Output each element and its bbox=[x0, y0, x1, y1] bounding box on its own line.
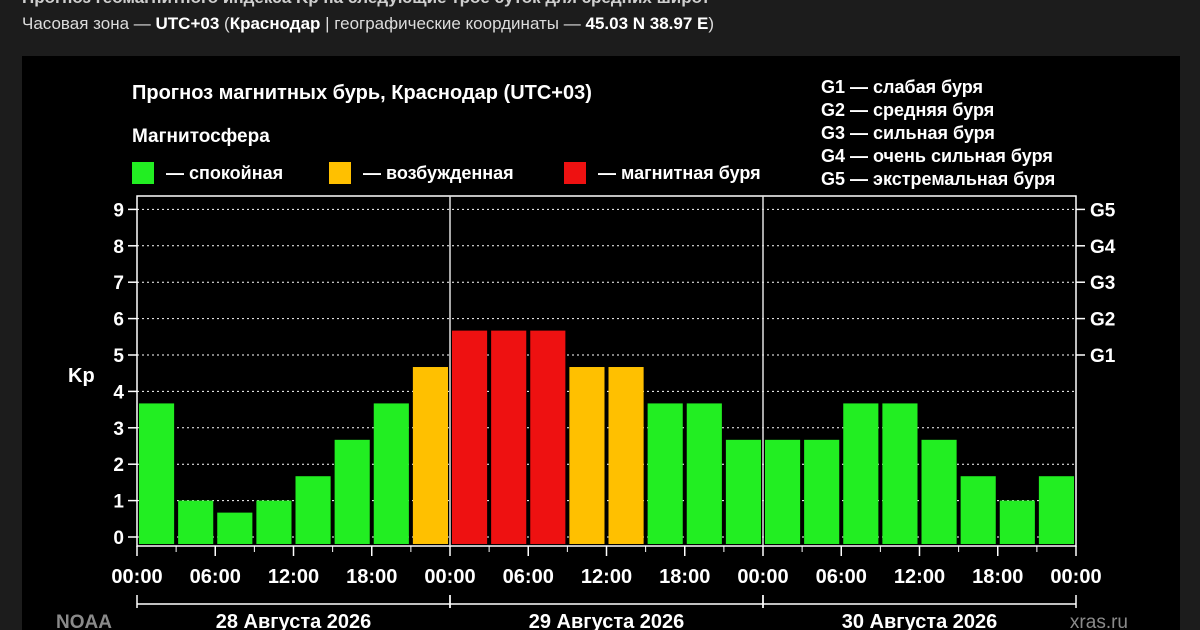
right-tick-label-G5: G5 bbox=[1090, 200, 1116, 221]
kp-bar-16 bbox=[725, 439, 761, 544]
kp-bar-19 bbox=[843, 403, 879, 544]
storm-scale-item-3: G3 — сильная буря bbox=[821, 123, 995, 143]
legend-swatch-3 bbox=[564, 162, 586, 184]
kp-bar-14 bbox=[647, 403, 683, 544]
y-tick-label-1: 1 bbox=[113, 492, 124, 513]
kp-bar-10 bbox=[491, 330, 527, 544]
kp-bar-8 bbox=[412, 367, 448, 544]
right-tick-label-G2: G2 bbox=[1090, 310, 1115, 331]
y-tick-label-4: 4 bbox=[113, 382, 124, 403]
kp-bar-4 bbox=[256, 500, 292, 544]
storm-scale-item-1: G1 — слабая буря bbox=[821, 77, 983, 97]
timezone-value: UTC+03 bbox=[155, 14, 220, 33]
y-tick-label-9: 9 bbox=[113, 200, 124, 221]
right-tick-label-G1: G1 bbox=[1090, 346, 1116, 367]
legend-label-2: — возбужденная bbox=[363, 163, 514, 183]
storm-scale-item-4: G4 — очень сильная буря bbox=[821, 146, 1053, 166]
kp-bar-9 bbox=[452, 330, 488, 544]
y-tick-label-2: 2 bbox=[113, 455, 124, 476]
kp-bar-11 bbox=[530, 330, 566, 544]
kp-bar-2 bbox=[178, 500, 214, 544]
x-tick-label-2: 06:00 bbox=[190, 566, 241, 588]
kp-bar-5 bbox=[295, 476, 331, 544]
paren-open: ( bbox=[219, 14, 230, 33]
kp-bar-15 bbox=[686, 403, 722, 544]
y-tick-label-6: 6 bbox=[113, 310, 124, 331]
coords-value: 45.03 N 38.97 E bbox=[585, 14, 709, 33]
x-tick-label-1: 00:00 bbox=[111, 566, 162, 588]
kp-bar-22 bbox=[960, 476, 996, 544]
x-tick-label-4: 18:00 bbox=[346, 566, 397, 588]
x-tick-label-10: 06:00 bbox=[816, 566, 867, 588]
timezone-label: Часовая зона — bbox=[22, 14, 156, 33]
chart-panel: Прогноз магнитных бурь, Краснодар (UTC+0… bbox=[22, 56, 1180, 630]
legend-swatch-2 bbox=[329, 162, 351, 184]
coords-label: | географические координаты — bbox=[320, 14, 586, 33]
kp-bar-3 bbox=[217, 512, 253, 544]
storm-scale-item-2: G2 — средняя буря bbox=[821, 100, 994, 120]
kp-bar-23 bbox=[999, 500, 1035, 544]
kp-bar-1 bbox=[139, 403, 175, 544]
kp-bar-18 bbox=[804, 439, 840, 544]
top-cut-caption: Прогноз геомагнитного индекса Kp на след… bbox=[22, 0, 710, 8]
y-tick-label-3: 3 bbox=[113, 419, 124, 440]
kp-bar-17 bbox=[765, 439, 801, 544]
x-tick-label-3: 12:00 bbox=[268, 566, 319, 588]
x-tick-label-11: 12:00 bbox=[894, 566, 945, 588]
kp-bar-7 bbox=[373, 403, 409, 544]
x-tick-label-7: 12:00 bbox=[581, 566, 632, 588]
x-tick-label-6: 06:00 bbox=[503, 566, 554, 588]
y-tick-label-8: 8 bbox=[113, 237, 124, 258]
y-tick-label-0: 0 bbox=[113, 528, 124, 549]
x-tick-label-8: 18:00 bbox=[659, 566, 710, 588]
legend-label-3: — магнитная буря bbox=[598, 163, 761, 183]
day-label-3: 30 Августа 2026 bbox=[842, 611, 998, 630]
city-name: Краснодар bbox=[229, 14, 321, 33]
legend-label-1: — спокойная bbox=[166, 163, 283, 183]
kp-bar-21 bbox=[921, 439, 957, 544]
kp-bar-12 bbox=[569, 367, 605, 544]
timezone-line: Часовая зона — UTC+03 (Краснодар | геогр… bbox=[22, 14, 714, 34]
day-label-1: 28 Августа 2026 bbox=[216, 611, 372, 630]
y-tick-label-5: 5 bbox=[113, 346, 124, 367]
y-axis-label: Kp bbox=[68, 365, 95, 387]
source-noaa: NOAA bbox=[56, 612, 112, 630]
kp-bar-13 bbox=[608, 367, 644, 544]
y-tick-label-7: 7 bbox=[113, 273, 124, 294]
kp-forecast-chart: Прогноз магнитных бурь, Краснодар (UTC+0… bbox=[56, 77, 1128, 630]
right-tick-label-G3: G3 bbox=[1090, 273, 1115, 294]
source-xras: xras.ru bbox=[1070, 612, 1128, 630]
x-tick-label-13: 00:00 bbox=[1050, 566, 1101, 588]
day-label-2: 29 Августа 2026 bbox=[529, 611, 685, 630]
chart-title: Прогноз магнитных бурь, Краснодар (UTC+0… bbox=[132, 82, 592, 104]
x-tick-label-9: 00:00 bbox=[737, 566, 788, 588]
kp-bar-24 bbox=[1038, 476, 1074, 544]
paren-close: ) bbox=[708, 14, 715, 33]
x-tick-label-12: 18:00 bbox=[972, 566, 1023, 588]
legend-title: Магнитосфера bbox=[132, 126, 270, 147]
kp-bar-20 bbox=[882, 403, 918, 544]
storm-scale-item-5: G5 — экстремальная буря bbox=[821, 169, 1055, 189]
right-tick-label-G4: G4 bbox=[1090, 237, 1116, 258]
kp-bar-6 bbox=[334, 439, 370, 544]
legend-swatch-1 bbox=[132, 162, 154, 184]
x-tick-label-5: 00:00 bbox=[424, 566, 475, 588]
